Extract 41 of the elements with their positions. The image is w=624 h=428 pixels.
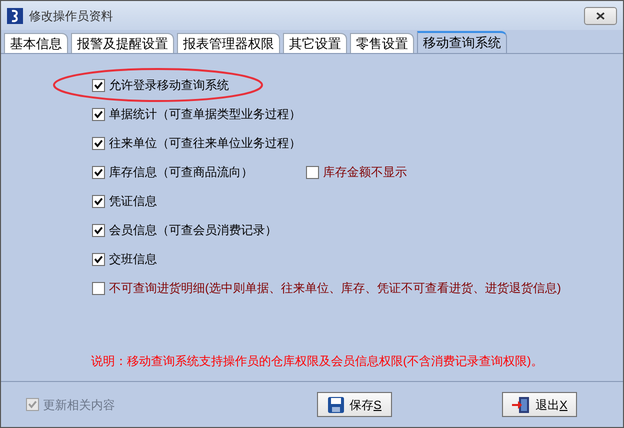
exit-button[interactable]: 退出X (502, 392, 577, 417)
option-label: 不可查询进货明细(选中则单据、往来单位、库存、凭证不可查看进货、进货退货信息) (109, 280, 561, 297)
checkbox[interactable] (92, 282, 105, 294)
tab[interactable]: 报警及提醒设置 (71, 33, 174, 53)
app-logo-icon (7, 8, 23, 24)
option-label: 交班信息 (109, 251, 157, 268)
option-label: 更新相关内容 (43, 396, 115, 414)
checkbox[interactable] (92, 252, 105, 266)
check-icon (94, 168, 103, 176)
exit-door-icon (511, 396, 532, 414)
checkbox[interactable] (306, 166, 319, 178)
option-label: 单据统计（可查单据类型业务过程） (109, 106, 301, 123)
checkbox[interactable] (92, 194, 105, 208)
tab[interactable]: 移动查询系统 (417, 31, 507, 53)
close-icon (596, 12, 605, 20)
checkbox[interactable] (92, 224, 105, 236)
tab[interactable]: 其它设置 (283, 33, 347, 53)
option-label: 往来单位（可查往来单位业务过程） (109, 135, 301, 152)
check-icon (94, 80, 103, 90)
check-icon (94, 138, 103, 148)
option-label: 允许登录移动查询系统 (109, 77, 229, 94)
check-icon (94, 110, 103, 118)
checkbox[interactable] (92, 78, 105, 92)
checkbox[interactable] (92, 108, 105, 120)
tab[interactable]: 基本信息 (4, 33, 68, 53)
check-icon (94, 254, 103, 264)
option-label: 库存信息（可查商品流向） (109, 164, 253, 181)
check-icon (94, 196, 103, 206)
option-label: 凭证信息 (109, 193, 157, 210)
option-label: 库存金额不显示 (323, 164, 407, 181)
tab[interactable]: 零售设置 (350, 33, 414, 53)
save-button[interactable]: 保存S (317, 392, 392, 417)
checkbox[interactable] (92, 136, 105, 150)
close-button[interactable] (584, 6, 617, 24)
option-label: 会员信息（可查会员消费记录） (109, 222, 277, 239)
check-icon (94, 226, 103, 234)
tab[interactable]: 报表管理器权限 (177, 33, 280, 53)
window-title: 修改操作员资料 (29, 8, 114, 24)
checkbox[interactable] (92, 166, 105, 178)
check-icon (28, 400, 37, 409)
note-text: 说明：移动查询系统支持操作员的仓库权限及会员信息权限(不含消费记录查询权限)。 (91, 353, 543, 370)
